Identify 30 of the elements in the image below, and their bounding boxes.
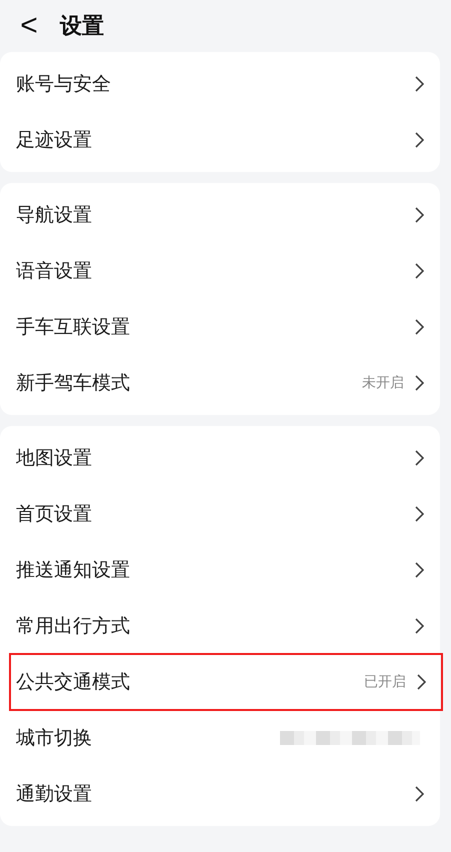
settings-row[interactable]: 通勤设置: [0, 766, 440, 822]
setting-label: 常用出行方式: [16, 614, 131, 639]
setting-label: 手车互联设置: [16, 315, 131, 340]
setting-label: 地图设置: [16, 446, 93, 471]
setting-label: 新手驾车模式: [16, 371, 131, 396]
settings-row[interactable]: 推送通知设置: [0, 542, 440, 598]
highlighted-settings-row[interactable]: 公共交通模式 已开启: [10, 654, 442, 710]
setting-value: 已开启: [364, 673, 406, 691]
setting-label: 首页设置: [16, 502, 93, 527]
setting-label: 通勤设置: [16, 782, 93, 807]
settings-row[interactable]: 语音设置: [0, 243, 440, 299]
setting-label: 语音设置: [16, 259, 93, 284]
settings-row[interactable]: 新手驾车模式 未开启: [0, 355, 440, 411]
settings-row[interactable]: 导航设置: [0, 187, 440, 243]
settings-row[interactable]: 首页设置: [0, 486, 440, 542]
settings-row[interactable]: 城市切换: [0, 710, 440, 766]
page-title: 设置: [60, 13, 104, 41]
back-button[interactable]: <: [18, 11, 40, 41]
setting-label: 城市切换: [16, 726, 93, 751]
settings-row[interactable]: 手车互联设置: [0, 299, 440, 355]
setting-label: 公共交通模式: [16, 670, 131, 695]
settings-row[interactable]: 足迹设置: [0, 112, 440, 168]
settings-row[interactable]: 地图设置: [0, 430, 440, 486]
setting-label: 推送通知设置: [16, 558, 131, 583]
setting-label: 导航设置: [16, 203, 93, 228]
setting-value: 未开启: [362, 374, 404, 392]
setting-label: 足迹设置: [16, 128, 93, 153]
setting-label: 账号与安全: [16, 72, 112, 97]
settings-row[interactable]: 账号与安全: [0, 56, 440, 112]
settings-row[interactable]: 常用出行方式: [0, 598, 440, 654]
